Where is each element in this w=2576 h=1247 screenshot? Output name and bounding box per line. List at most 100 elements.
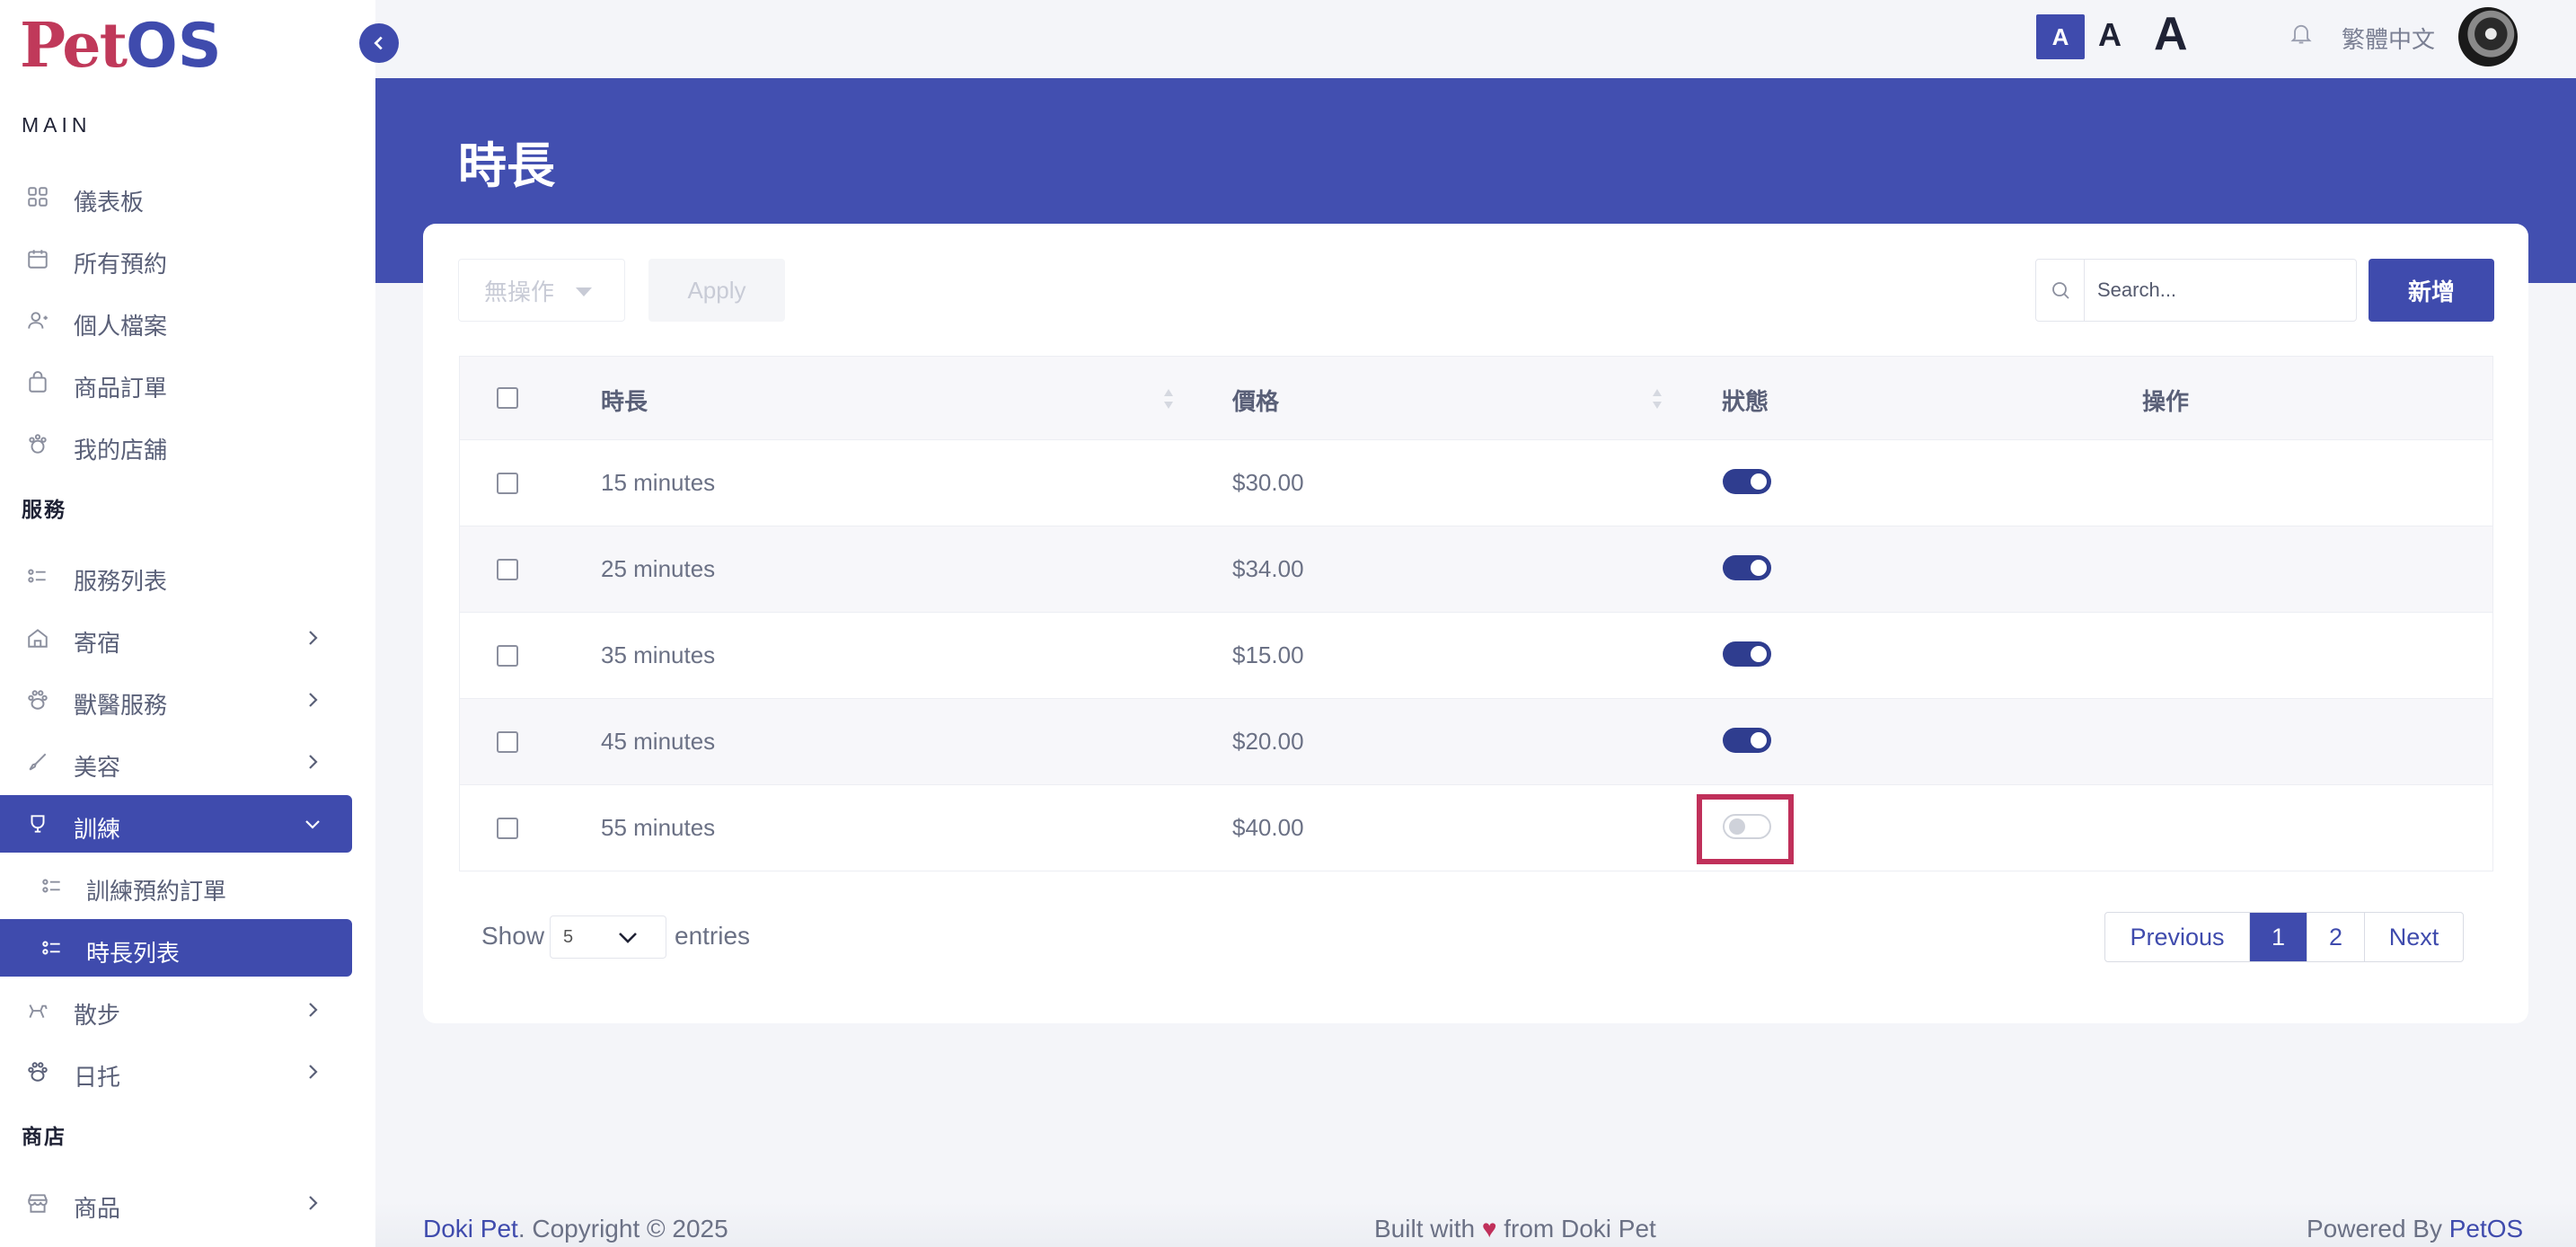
chevron-right-icon	[309, 1003, 318, 1017]
sidebar-item-label: 服務列表	[74, 568, 168, 595]
sort-icon[interactable]	[1651, 385, 1663, 412]
status-toggle[interactable]	[1723, 728, 1771, 753]
training-icon	[31, 815, 45, 833]
sidebar-item-label: 寄宿	[74, 630, 121, 657]
chevron-down-icon	[305, 820, 320, 829]
sort-icon[interactable]	[1162, 385, 1175, 412]
search-input[interactable]	[2085, 260, 2356, 321]
status-toggle[interactable]	[1723, 555, 1771, 580]
pagination-page-1[interactable]: 1	[2249, 913, 2307, 961]
sidebar-item-grooming[interactable]: 美容	[0, 733, 352, 791]
row-checkbox[interactable]	[497, 473, 518, 494]
status-toggle[interactable]	[1723, 814, 1771, 839]
user-profile-icon	[28, 312, 48, 329]
sidebar-item-all-bookings[interactable]: 所有預約	[0, 230, 352, 287]
footer-company-link[interactable]: Doki Pet	[423, 1215, 518, 1243]
bulk-action-value: 無操作	[484, 278, 555, 305]
store-icon	[28, 1194, 48, 1213]
row-checkbox[interactable]	[497, 818, 518, 839]
chevron-left-icon	[374, 36, 383, 50]
section-label-main: MAIN	[22, 113, 92, 137]
sidebar-collapse-button[interactable]	[359, 23, 399, 63]
home-icon	[28, 629, 48, 648]
pagination-page-2[interactable]: 2	[2307, 913, 2364, 961]
chevron-down-icon	[619, 933, 637, 943]
sidebar-item-label: 商品	[74, 1195, 121, 1222]
logo-part-pet: Pet	[20, 10, 128, 82]
page-title: 時長	[458, 139, 555, 193]
sidebar-item-products[interactable]: 商品	[0, 1174, 352, 1232]
footer-built-prefix: Built with	[1374, 1215, 1476, 1243]
apply-button[interactable]: Apply	[648, 259, 785, 322]
cell-price: $40.00	[1232, 814, 1304, 841]
search-box	[2035, 259, 2357, 322]
chevron-right-icon	[309, 1065, 318, 1079]
duration-table: 時長 價格 狀態 操作 15 minutes $30.00 25 minutes…	[459, 356, 2493, 871]
footer-copyright: Doki Pet. Copyright © 2025	[423, 1215, 728, 1243]
font-size-medium-button[interactable]: A	[2098, 16, 2122, 54]
sidebar-subitem-duration-list[interactable]: 時長列表	[0, 919, 352, 977]
sidebar-item-label: 訓練	[74, 816, 121, 843]
sidebar-item-vet-services[interactable]: 獸醫服務	[0, 671, 352, 729]
caret-down-icon	[576, 287, 592, 296]
cell-duration: 55 minutes	[601, 814, 716, 841]
table-row: 25 minutes $34.00	[460, 526, 2492, 612]
pagination-next[interactable]: Next	[2364, 913, 2463, 961]
footer-built-with: Built with ♥ from Doki Pet	[1374, 1215, 1656, 1243]
sidebar-item-label: 訓練預約訂單	[86, 878, 227, 905]
table-row: 35 minutes $15.00	[460, 612, 2492, 698]
footer-powered-by: Powered By PetOS	[2307, 1215, 2523, 1243]
sidebar-item-label: 所有預約	[74, 251, 168, 278]
sidebar-item-label: 儀表板	[74, 189, 145, 216]
row-checkbox[interactable]	[497, 559, 518, 580]
sidebar-item-label: 獸醫服務	[74, 692, 168, 719]
column-header-actions: 操作	[2142, 388, 2190, 415]
chevron-right-icon	[309, 631, 318, 645]
footer-powered-brand-link[interactable]: PetOS	[2449, 1215, 2523, 1243]
cell-duration: 45 minutes	[601, 728, 716, 755]
status-toggle[interactable]	[1723, 641, 1771, 667]
sidebar-item-label: 日托	[74, 1064, 121, 1091]
sidebar-item-my-store[interactable]: 我的店舖	[0, 416, 352, 473]
entries-label: entries	[675, 922, 751, 950]
font-size-small-button[interactable]: A	[2036, 14, 2085, 59]
sidebar-item-daycare[interactable]: 日托	[0, 1043, 352, 1101]
cell-price: $30.00	[1232, 469, 1304, 496]
dog-walk-icon	[29, 1004, 48, 1019]
paw-icon	[28, 1062, 48, 1082]
add-button[interactable]: 新增	[2369, 259, 2494, 322]
sidebar-item-boarding[interactable]: 寄宿	[0, 609, 352, 667]
chevron-right-icon	[309, 1196, 318, 1210]
sidebar-item-service-list[interactable]: 服務列表	[0, 547, 352, 605]
section-label-shop: 商店	[22, 1125, 66, 1148]
pagination: Previous 1 2 Next	[2104, 912, 2464, 962]
avatar[interactable]	[2458, 7, 2518, 66]
show-label: Show	[481, 922, 545, 950]
cell-price: $15.00	[1232, 641, 1304, 668]
row-checkbox[interactable]	[497, 731, 518, 753]
petos-logo[interactable]: Pet OS	[20, 10, 222, 82]
search-icon	[2051, 282, 2069, 299]
bulk-action-select[interactable]: 無操作	[458, 259, 625, 322]
bell-icon[interactable]	[2289, 20, 2314, 47]
cell-price: $34.00	[1232, 555, 1304, 582]
select-all-checkbox[interactable]	[497, 387, 518, 409]
sidebar-item-training[interactable]: 訓練	[0, 795, 352, 853]
language-selector[interactable]: 繁體中文	[2342, 22, 2435, 55]
shopping-bag-icon	[29, 371, 47, 393]
entries-per-page-select[interactable]: 5	[550, 915, 666, 959]
table-row: 15 minutes $30.00	[460, 439, 2492, 526]
column-header-price[interactable]: 價格	[1232, 384, 1279, 417]
pagination-previous[interactable]: Previous	[2105, 913, 2249, 961]
column-header-duration[interactable]: 時長	[601, 384, 648, 417]
font-size-large-button[interactable]: A	[2154, 7, 2188, 61]
sidebar-subitem-training-orders[interactable]: 訓練預約訂單	[0, 857, 352, 915]
sidebar-item-product-orders[interactable]: 商品訂單	[0, 354, 352, 411]
paw-icon	[28, 690, 48, 710]
sidebar-item-dashboard[interactable]: 儀表板	[0, 168, 352, 226]
row-checkbox[interactable]	[497, 645, 518, 667]
sidebar-item-profile[interactable]: 個人檔案	[0, 292, 352, 349]
cell-duration: 25 minutes	[601, 555, 716, 582]
sidebar-item-walking[interactable]: 散步	[0, 981, 352, 1039]
status-toggle[interactable]	[1723, 469, 1771, 494]
